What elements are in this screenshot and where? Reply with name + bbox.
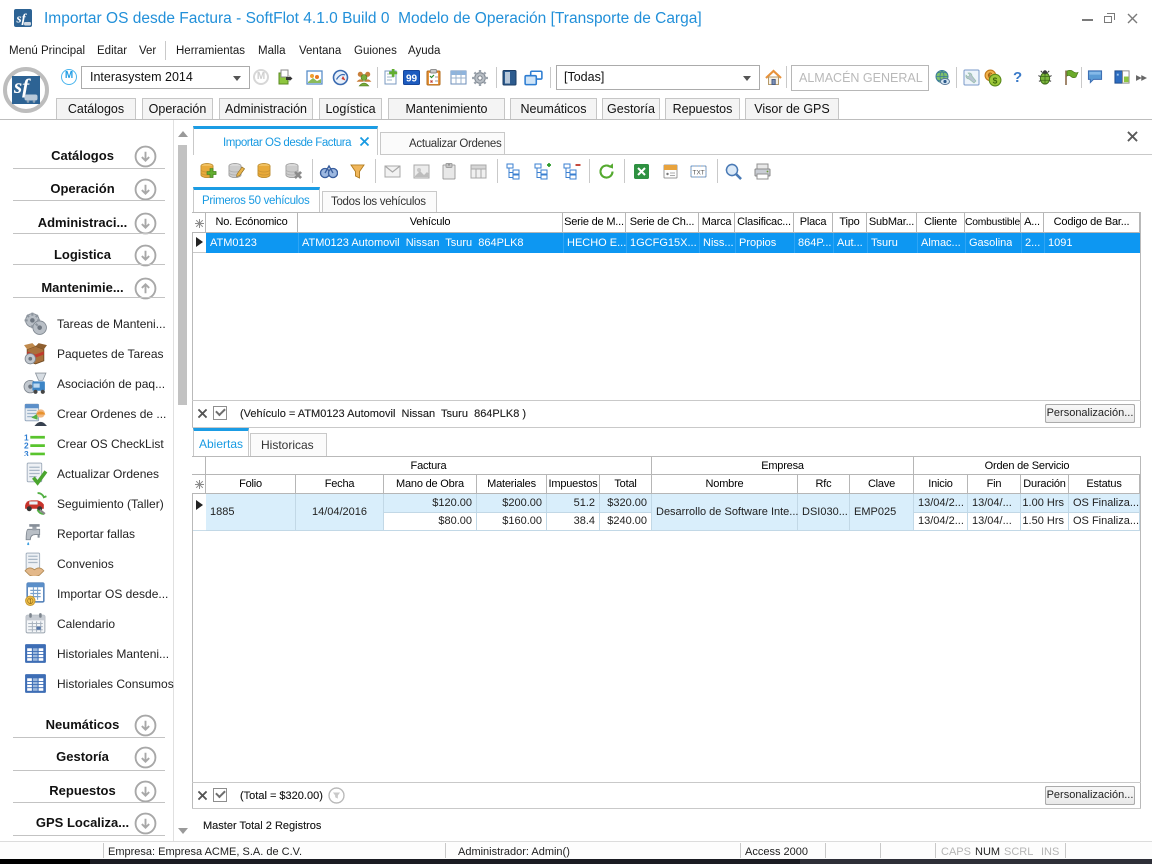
svg-text:3: 3 (24, 449, 29, 456)
svg-text:TXT: TXT (693, 170, 705, 177)
svg-text:1: 1 (29, 598, 33, 605)
svg-text:99: 99 (406, 74, 418, 85)
svg-text:$: $ (993, 76, 998, 86)
